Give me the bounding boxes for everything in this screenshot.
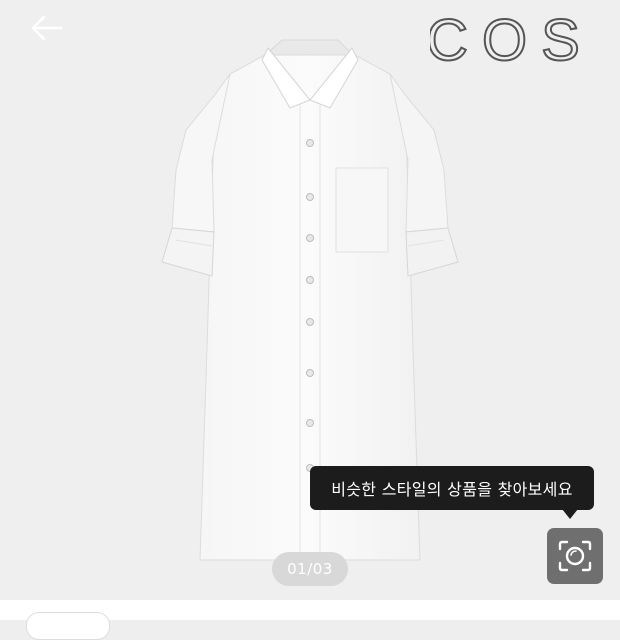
page-indicator-label: 01/03 <box>287 560 333 578</box>
bottom-tag-chip[interactable] <box>26 612 110 640</box>
similar-style-tooltip: 비슷한 스타일의 상품을 찾아보세요 <box>310 466 594 510</box>
camera-lens-icon <box>558 540 592 572</box>
arrow-left-icon <box>31 15 63 41</box>
product-gallery[interactable]: COS 비슷한 스타일의 상품을 찾아보세요 01/03 <box>0 0 620 600</box>
tooltip-arrow <box>562 509 578 519</box>
visual-search-button[interactable] <box>547 528 603 584</box>
back-button[interactable] <box>24 8 68 48</box>
product-image <box>161 39 459 561</box>
tooltip-text: 비슷한 스타일의 상품을 찾아보세요 <box>331 480 573 499</box>
brand-logo: COS <box>430 10 590 74</box>
image-page-indicator: 01/03 <box>272 552 348 586</box>
svg-text:COS: COS <box>430 10 590 73</box>
